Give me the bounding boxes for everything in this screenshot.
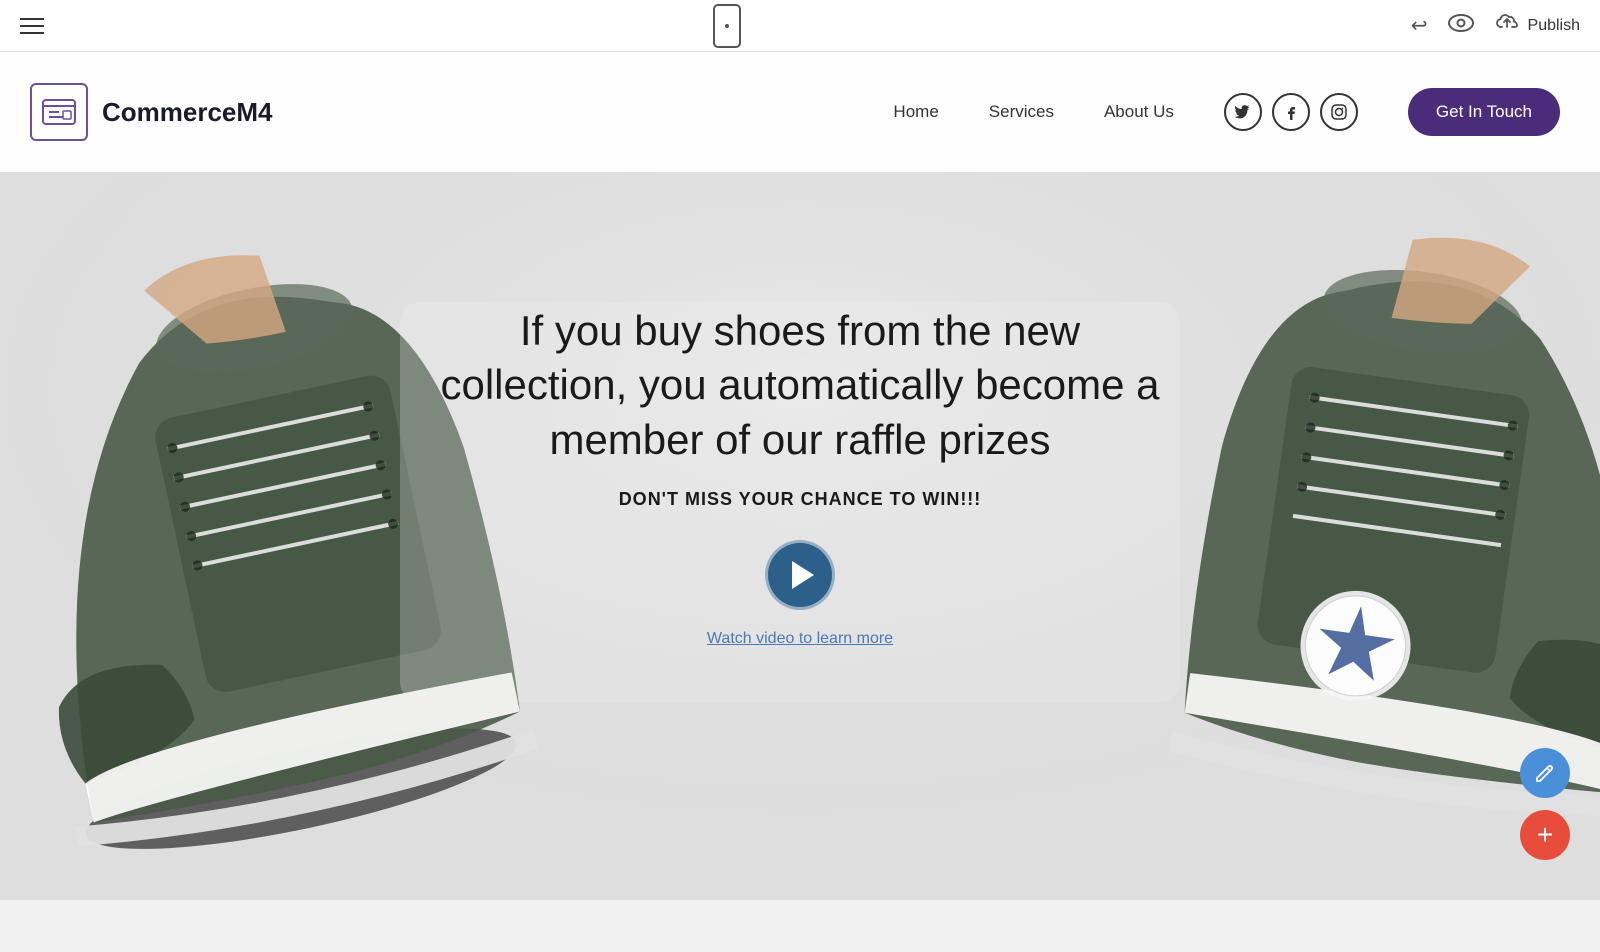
instagram-icon[interactable] (1320, 93, 1358, 131)
hamburger-menu-icon[interactable] (20, 18, 44, 34)
toolbar-right: ↩ Publish (1411, 13, 1580, 39)
add-fab-button[interactable]: + (1520, 810, 1570, 860)
edit-fab-button[interactable] (1520, 748, 1570, 798)
publish-label: Publish (1528, 17, 1580, 35)
hero-subtext: DON'T MISS YOUR CHANCE TO WIN!!! (430, 489, 1170, 510)
preview-icon[interactable] (1448, 14, 1474, 38)
mobile-preview-icon[interactable] (713, 4, 741, 48)
site-nav: Home Services About Us (893, 88, 1560, 136)
get-in-touch-button[interactable]: Get In Touch (1408, 88, 1560, 136)
nav-link-about[interactable]: About Us (1104, 102, 1174, 121)
toolbar-left (20, 18, 44, 34)
hero-section: CommerceM4 Home Services About Us (0, 52, 1600, 900)
play-button[interactable] (765, 540, 835, 610)
editor-toolbar: ↩ Publish (0, 0, 1600, 52)
twitter-icon[interactable] (1224, 93, 1262, 131)
nav-link-services[interactable]: Services (989, 102, 1054, 121)
publish-button[interactable]: Publish (1494, 13, 1580, 39)
nav-item-home[interactable]: Home (893, 102, 938, 122)
facebook-icon[interactable] (1272, 93, 1310, 131)
play-triangle-icon (792, 561, 814, 589)
hero-content: If you buy shoes from the new collection… (410, 284, 1190, 669)
publish-cloud-icon (1494, 13, 1520, 39)
logo-icon (30, 83, 88, 141)
site-navbar: CommerceM4 Home Services About Us (0, 52, 1600, 172)
watch-video-link[interactable]: Watch video to learn more (430, 630, 1170, 648)
toolbar-center (713, 4, 741, 48)
social-icons (1224, 93, 1358, 131)
hero-headline: If you buy shoes from the new collection… (430, 304, 1170, 468)
nav-item-about[interactable]: About Us (1104, 102, 1174, 122)
nav-item-services[interactable]: Services (989, 102, 1054, 122)
site-logo: CommerceM4 (30, 83, 273, 141)
fab-container: + (1520, 748, 1570, 860)
site-logo-text: CommerceM4 (102, 97, 273, 128)
site-wrapper: CommerceM4 Home Services About Us (0, 52, 1600, 900)
nav-links: Home Services About Us (893, 102, 1173, 122)
undo-icon[interactable]: ↩ (1411, 13, 1428, 38)
nav-link-home[interactable]: Home (893, 102, 938, 121)
